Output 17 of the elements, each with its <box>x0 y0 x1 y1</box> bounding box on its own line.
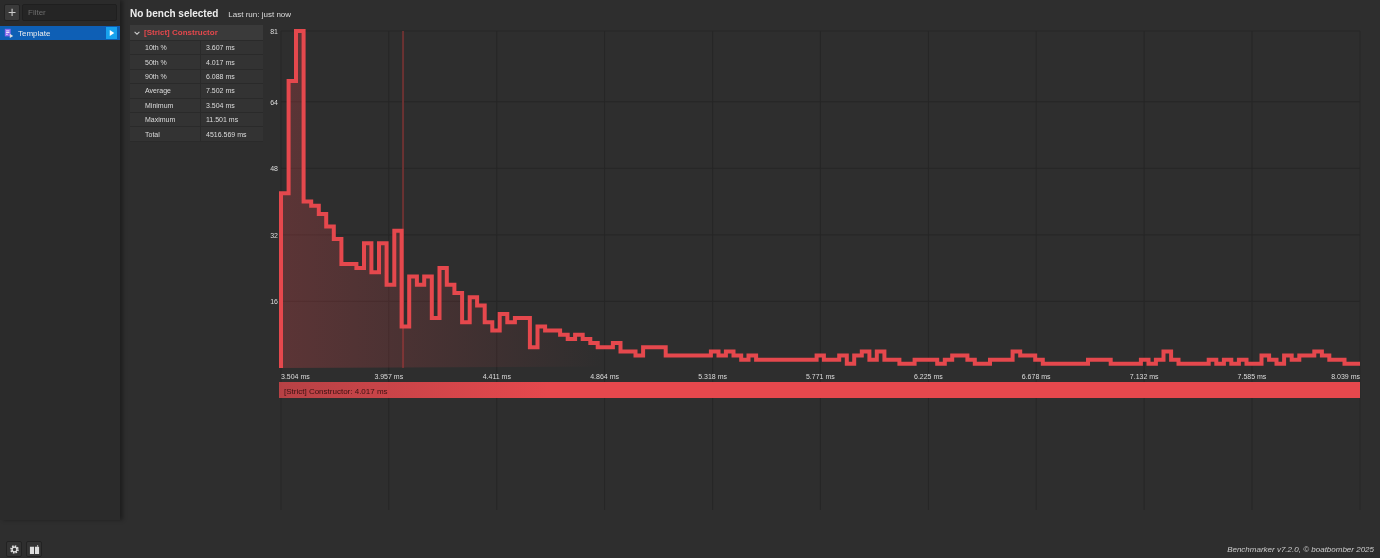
bench-item[interactable]: Template <box>0 26 120 40</box>
filter-field[interactable]: Filter <box>22 4 117 21</box>
play-icon <box>108 30 115 36</box>
last-run-text: Last run: just now <box>228 10 292 19</box>
run-button[interactable] <box>106 27 117 39</box>
stats-header[interactable]: [Strict] Constructor <box>130 25 263 41</box>
stats-title: [Strict] Constructor <box>144 28 218 37</box>
legend-bar: [Strict] Constructor: 4.017 ms <box>279 382 1360 398</box>
settings-button[interactable] <box>6 541 22 557</box>
bench-title: No bench selected <box>130 8 219 19</box>
bench-name: Template <box>18 28 52 38</box>
add-button[interactable]: + <box>4 4 20 21</box>
version-credit: Benchmarker v7.2.0, © boatbomber 2025 <box>1227 544 1374 554</box>
script-file-icon <box>4 28 14 38</box>
docs-button[interactable] <box>26 541 42 557</box>
settings-icon <box>8 543 20 555</box>
book-icon <box>28 543 40 555</box>
